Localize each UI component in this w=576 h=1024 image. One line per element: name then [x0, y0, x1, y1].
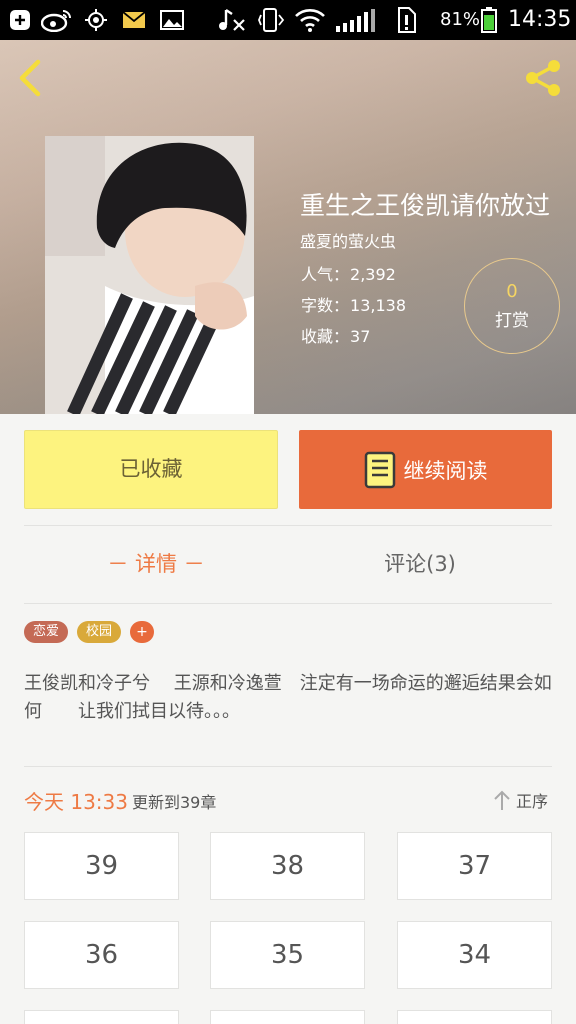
- update-date: 今天 13:33: [24, 790, 128, 814]
- popularity-value: 2,392: [350, 265, 396, 284]
- music-off-icon: [218, 8, 246, 32]
- wifi-icon: [294, 8, 326, 32]
- sort-order-button[interactable]: 正序: [492, 786, 554, 814]
- book-header: 重生之王俊凯请你放过 盛夏的萤火虫 人气：2,392 字数：13,138 收藏：…: [0, 40, 576, 414]
- continue-reading-button[interactable]: 继续阅读: [299, 430, 552, 509]
- tab-comments[interactable]: 评论(3): [288, 548, 552, 578]
- tip-button[interactable]: 0 打赏: [464, 258, 560, 354]
- status-bar: 81% 14:35: [0, 0, 576, 40]
- chapter-button[interactable]: 38: [210, 832, 365, 900]
- divider: [24, 525, 552, 526]
- add-icon: [8, 8, 32, 32]
- words-value: 13,138: [350, 296, 406, 315]
- book-title: 重生之王俊凯请你放过: [300, 192, 551, 220]
- sort-order-label: 正序: [516, 792, 549, 811]
- book-cover[interactable]: [45, 136, 254, 414]
- popularity-stat: 人气：2,392: [300, 261, 396, 285]
- tab-detail[interactable]: － 详情 －: [24, 548, 288, 578]
- clock: 14:35: [508, 7, 572, 32]
- vibrate-icon: [258, 8, 286, 32]
- favorited-button[interactable]: 已收藏: [24, 430, 278, 509]
- words-label: 字数：: [301, 296, 350, 315]
- chevron-left-icon: [19, 59, 41, 97]
- mail-icon: [122, 8, 146, 32]
- book-description: 王俊凯和冷子兮 王源和冷逸萱 注定有一场命运的邂逅结果会如何 让我们拭目以待。。…: [24, 673, 552, 722]
- tip-label: 打赏: [495, 311, 529, 331]
- book-icon: [364, 451, 395, 488]
- book-author[interactable]: 盛夏的萤火虫: [300, 228, 396, 252]
- chapter-button[interactable]: 39: [24, 832, 179, 900]
- share-button[interactable]: [520, 56, 566, 100]
- weibo-icon: [40, 8, 74, 32]
- chapter-button-partial[interactable]: [24, 1010, 179, 1024]
- battery-percent: 81%: [440, 9, 481, 30]
- tag-campus[interactable]: 校园: [77, 621, 121, 643]
- chapter-button[interactable]: 34: [397, 921, 552, 989]
- location-icon: [84, 8, 108, 32]
- back-button[interactable]: [12, 56, 52, 100]
- chapter-button[interactable]: 36: [24, 921, 179, 989]
- battery-icon: [480, 7, 498, 33]
- word-count-stat: 字数：13,138: [300, 292, 406, 316]
- divider: [24, 766, 552, 767]
- arrow-up-icon: [494, 790, 510, 810]
- cover-portrait-image: [45, 136, 254, 414]
- chapter-button[interactable]: 37: [397, 832, 552, 900]
- popularity-label: 人气：: [301, 265, 350, 284]
- sim-alert-icon: [392, 7, 420, 33]
- favorites-stat: 收藏：37: [300, 323, 370, 347]
- tag-romance[interactable]: 恋爱: [24, 621, 68, 643]
- signal-icon: [334, 8, 382, 32]
- add-tag-button[interactable]: +: [130, 621, 154, 643]
- image-icon: [160, 8, 184, 32]
- chapter-button-partial[interactable]: [397, 1010, 552, 1024]
- continue-reading-label: 继续阅读: [403, 458, 488, 483]
- favorites-label: 收藏：: [301, 327, 350, 346]
- chapter-button[interactable]: 35: [210, 921, 365, 989]
- divider: [24, 603, 552, 604]
- update-text: 更新到39章: [132, 793, 217, 812]
- favorites-value: 37: [350, 327, 371, 346]
- chapter-button-partial[interactable]: [210, 1010, 365, 1024]
- share-icon: [526, 60, 560, 96]
- tip-count: 0: [506, 281, 518, 302]
